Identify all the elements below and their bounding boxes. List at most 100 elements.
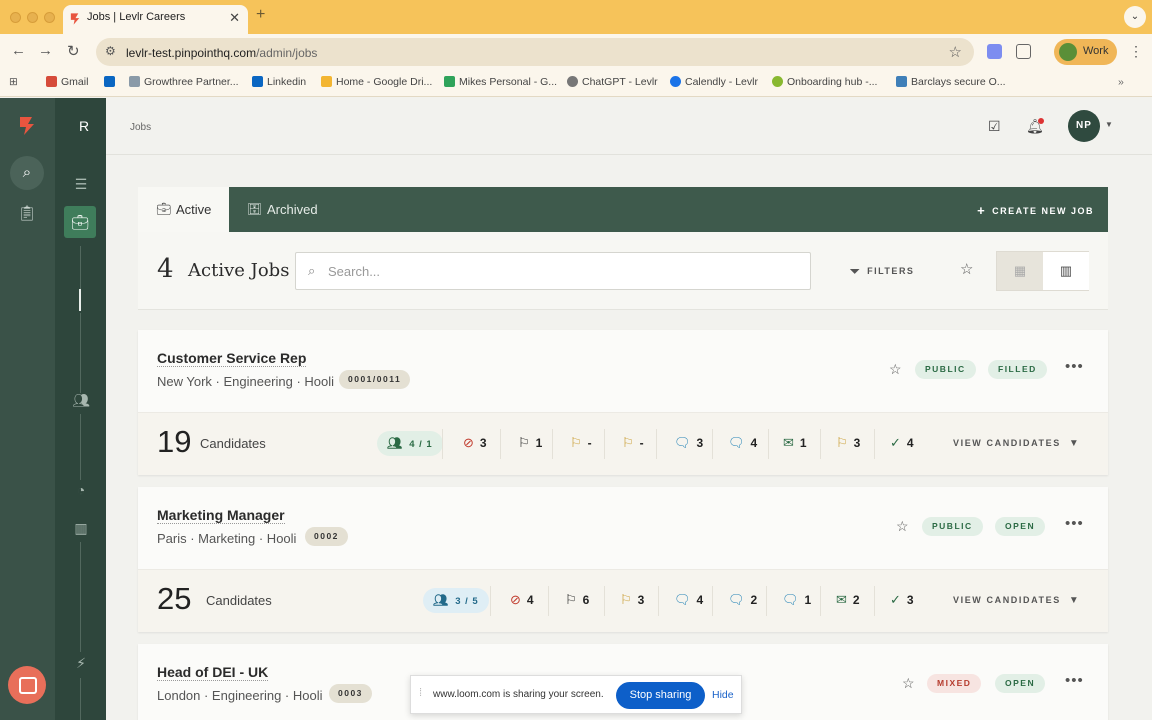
chat-support-icon[interactable] (8, 666, 46, 704)
stage-stat[interactable]: ⚐ - (570, 435, 592, 451)
stage-stat[interactable]: ⚐ 3 (620, 592, 644, 608)
view-candidates-button[interactable]: VIEW CANDIDATES ▼ (953, 438, 1080, 449)
search-icon: ⌕ (308, 263, 316, 278)
window-close-dot[interactable] (10, 12, 21, 23)
favourites-star-icon[interactable]: ☆ (960, 260, 973, 278)
favourite-star-icon[interactable]: ☆ (889, 361, 902, 378)
search-input[interactable] (328, 261, 788, 281)
bookmark-1[interactable] (104, 76, 119, 88)
create-new-job-button[interactable]: + CREATE NEW JOB (977, 203, 1094, 218)
filters-button[interactable]: ⏷ FILTERS (850, 264, 914, 279)
bookmark-4[interactable]: Home - Google Dri... (321, 76, 432, 88)
job-title[interactable]: Customer Service Rep (157, 350, 307, 367)
stage-stat[interactable]: ✉ 1 (783, 435, 807, 451)
url-text: levlr-test.pinpointhq.com/admin/jobs (126, 46, 318, 60)
favourite-star-icon[interactable]: ☆ (902, 675, 915, 692)
stage-stat[interactable]: 🗨︎ 3 (674, 435, 703, 451)
chevron-down-icon[interactable]: ▼ (1105, 120, 1113, 129)
extensions-puzzle-icon[interactable] (1016, 44, 1031, 59)
user-avatar[interactable]: NP (1068, 110, 1100, 142)
divider (552, 429, 553, 459)
candidates-label: Candidates (200, 436, 266, 451)
bookmark-9[interactable]: Barclays secure O... (896, 76, 1006, 88)
rejected-stat[interactable]: ⊘ 4 (510, 592, 534, 608)
more-options-icon[interactable]: ••• (1065, 358, 1084, 375)
more-options-icon[interactable]: ••• (1065, 515, 1084, 532)
jobs-briefcase-icon[interactable]: 💼︎ (64, 206, 96, 238)
stop-sharing-button[interactable]: Stop sharing (616, 682, 705, 709)
stage-stat[interactable]: ⚐ - (622, 435, 644, 451)
mail-icon: ✉ (836, 592, 847, 607)
search-box[interactable]: ⌕ (295, 252, 811, 290)
nav-divider (80, 542, 81, 652)
stage-stat[interactable]: 🗨︎ 2 (728, 592, 757, 608)
new-tab-icon[interactable]: + (256, 6, 265, 24)
profile-button[interactable]: Work (1054, 39, 1117, 65)
reports-pie-icon[interactable]: ◔ (71, 482, 91, 498)
stage-stat[interactable]: 🗨︎ 4 (728, 435, 757, 451)
job-card-header: Marketing Manager Paris · Marketing · Ho… (138, 487, 1108, 569)
grid-view-icon[interactable]: ▦ (997, 252, 1043, 290)
favourite-star-icon[interactable]: ☆ (896, 518, 909, 535)
bookmark-5[interactable]: Mikes Personal - G... (444, 76, 557, 88)
people-icon[interactable]: 👥︎ (71, 392, 91, 409)
more-bookmarks-icon[interactable]: » (1118, 76, 1124, 88)
job-title[interactable]: Head of DEI - UK (157, 664, 269, 681)
dashboard-icon[interactable]: ☰ (71, 176, 91, 193)
clipboard-icon[interactable]: 📋︎ (12, 204, 42, 222)
view-candidates-button[interactable]: VIEW CANDIDATES ▼ (953, 595, 1080, 606)
pinpoint-logo[interactable] (17, 116, 37, 136)
browser-tab[interactable]: Jobs | Levlr Careers ✕ (63, 5, 248, 34)
tab-archived[interactable]: 🗄︎ Archived (229, 187, 318, 232)
search-candidates-icon[interactable]: ⌕ (10, 156, 44, 190)
breadcrumb[interactable]: Jobs (130, 122, 151, 133)
job-card: Marketing Manager Paris · Marketing · Ho… (138, 487, 1108, 632)
extension-icon[interactable] (987, 44, 1002, 59)
job-title[interactable]: Marketing Manager (157, 507, 285, 524)
mail-icon: ✉ (783, 435, 794, 450)
bookmark-6[interactable]: ChatGPT - Levlr (567, 76, 658, 88)
google-drive-icon (321, 76, 332, 87)
stage-stat[interactable]: ⚐ 1 (518, 435, 542, 451)
site-settings-icon[interactable]: ⚙ (105, 44, 116, 58)
tasks-checkbox-icon[interactable]: ☑ (988, 118, 1001, 135)
window-minimize-dot[interactable] (27, 12, 38, 23)
bookmark-8[interactable]: Onboarding hub -... (772, 76, 877, 88)
bookmark-0[interactable]: Gmail (46, 76, 88, 88)
forward-icon[interactable]: → (38, 42, 53, 59)
candidates-label: Candidates (206, 593, 272, 608)
hide-link[interactable]: Hide (712, 689, 734, 701)
apps-grid-icon[interactable]: ⊞ (9, 76, 18, 88)
stage-stat[interactable]: ⚐ 3 (836, 435, 860, 451)
hired-stat[interactable]: ✓ 4 (890, 435, 914, 451)
bookmark-star-icon[interactable]: ☆ (949, 43, 962, 61)
stage-stat[interactable]: 🗨︎ 4 (674, 592, 703, 608)
hired-stat[interactable]: ✓ 3 (890, 592, 914, 608)
stage-stat[interactable]: ✉ 2 (836, 592, 860, 608)
stage-stat[interactable]: 🗨︎ 1 (782, 592, 811, 608)
tab-active[interactable]: 💼︎ Active (138, 187, 229, 232)
linkedin-icon (104, 76, 115, 87)
address-bar[interactable]: ⚙ levlr-test.pinpointhq.com/admin/jobs ☆ (96, 38, 974, 66)
workspace-letter[interactable]: R (79, 118, 89, 134)
bookmark-2[interactable]: Growthree Partner... (129, 76, 239, 88)
new-candidates-pill[interactable]: 👥︎ 3 / 5 (423, 588, 489, 613)
bookmark-3[interactable]: Linkedin (252, 76, 306, 88)
stage-stat[interactable]: ⚐ 6 (565, 592, 589, 608)
reload-icon[interactable]: ↻ (67, 42, 80, 60)
rejected-stat[interactable]: ⊘ 3 (463, 435, 487, 451)
window-zoom-dot[interactable] (44, 12, 55, 23)
columns-view-icon[interactable]: ▥ (1043, 252, 1089, 290)
back-icon[interactable]: ← (11, 42, 26, 59)
candidate-count: 19 (157, 424, 192, 459)
tab-search-icon[interactable]: ⌄ (1124, 6, 1146, 28)
browser-menu-icon[interactable]: ⋮ (1129, 43, 1143, 60)
bookmark-7[interactable]: Calendly - Levlr (670, 76, 758, 88)
chat-icon: 🗨︎ (728, 592, 745, 607)
building-icon[interactable]: ▥ (71, 520, 91, 537)
more-options-icon[interactable]: ••• (1065, 672, 1084, 689)
integrations-bolt-icon[interactable]: ⚡︎ (71, 655, 91, 672)
new-candidates-pill[interactable]: 👥︎ 4 / 1 (377, 431, 443, 456)
tab-close-icon[interactable]: ✕ (229, 10, 240, 26)
drag-handle-icon[interactable]: ⁞ (419, 687, 422, 699)
